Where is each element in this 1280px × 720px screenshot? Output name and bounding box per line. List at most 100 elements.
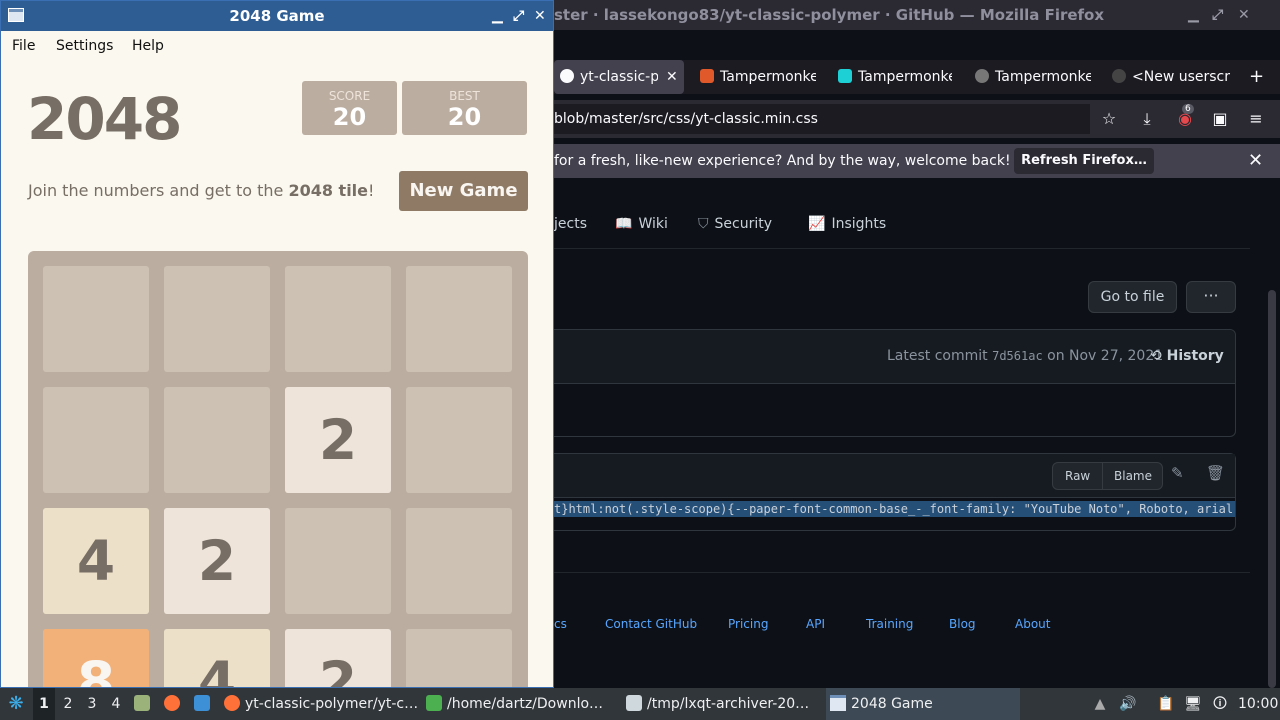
clock[interactable]: 10:00 <box>1238 688 1278 720</box>
footer-link-blog[interactable]: Blog <box>949 617 976 631</box>
close-icon[interactable]: ✕ <box>534 1 546 31</box>
tile-4: 4 <box>43 508 149 614</box>
raw-blame-group: Raw Blame <box>1052 462 1163 490</box>
tampermonkey-icon <box>838 69 852 83</box>
latest-commit-label: Latest commit <box>887 348 988 364</box>
tile-2: 2 <box>164 508 270 614</box>
reader-view-icon[interactable]: ▣ <box>1209 108 1231 130</box>
minimize-icon[interactable]: ▁ <box>1188 0 1199 30</box>
tab-tampermonkey-2[interactable]: Tampermonkey <box>838 60 952 94</box>
commit-sha-link[interactable]: 7d561ac <box>992 349 1043 363</box>
task-text-editor[interactable]: /tmp/lxqt-archiver-20… <box>626 688 816 720</box>
close-notification-icon[interactable]: ✕ <box>1248 144 1263 178</box>
bookmark-star-icon[interactable]: ☆ <box>1098 108 1120 130</box>
menu-bar: File Settings Help <box>1 31 553 61</box>
footer-link-contact[interactable]: Contact GitHub <box>605 617 697 631</box>
grid-cell <box>285 266 391 372</box>
task-file-manager[interactable]: /home/dartz/Downlo… <box>426 688 618 720</box>
tab-label: Tampermonkey <box>858 69 952 85</box>
task-2048-game[interactable]: 2048 Game <box>826 688 1020 720</box>
new-game-button[interactable]: New Game <box>399 171 528 211</box>
more-options-button[interactable]: ··· <box>1186 281 1236 313</box>
tab-tampermonkey-1[interactable]: Tampermonkey <box>700 60 816 94</box>
page-scrollbar[interactable] <box>1268 290 1276 688</box>
firefox-launcher[interactable] <box>164 688 184 720</box>
app-menu-icon[interactable]: ❋ <box>4 688 28 720</box>
menu-file[interactable]: File <box>12 31 35 61</box>
tab-label: Tampermonkey <box>995 69 1091 85</box>
repo-tab-label: Insights <box>831 216 887 232</box>
trash-icon[interactable]: 🗑 <box>1206 464 1225 482</box>
grid-cell <box>406 508 512 614</box>
latest-commit: Latest commit 7d561ac on Nov 27, 2021 <box>887 330 1163 382</box>
game-board[interactable]: 242842 <box>28 251 528 687</box>
volume-icon[interactable]: 🔊 <box>1118 694 1138 714</box>
repo-tab-wiki[interactable]: 📖 Wiki <box>615 212 668 236</box>
tab-close-icon[interactable]: ✕ <box>666 60 678 94</box>
grid-cell <box>406 629 512 687</box>
minimize-icon[interactable]: ▁ <box>492 1 503 31</box>
history-label: History <box>1166 348 1224 364</box>
graph-icon: 📈 <box>808 216 826 232</box>
grid-cell <box>43 266 149 372</box>
desktop-icon <box>194 695 210 711</box>
refresh-firefox-button[interactable]: Refresh Firefox… <box>1014 148 1154 174</box>
url-bar[interactable]: blob/master/src/css/yt-classic.min.css <box>554 104 1090 134</box>
file-viewer: Raw Blame ✎ 🗑 t}html:not(.style-scope){-… <box>554 453 1236 531</box>
clipboard-icon[interactable]: 📋 <box>1156 694 1176 714</box>
menu-help[interactable]: Help <box>132 31 164 61</box>
tab-label: yt-classic-polymer <box>580 69 658 85</box>
repo-tab-insights[interactable]: 📈 Insights <box>808 212 886 236</box>
commit-date: on Nov 27, 2021 <box>1047 348 1164 364</box>
maximize-icon[interactable]: ⤢ <box>513 1 524 31</box>
firefox-icon <box>224 695 240 711</box>
divider <box>1102 463 1103 489</box>
raw-button[interactable]: Raw <box>1065 463 1090 489</box>
grid-cell <box>164 266 270 372</box>
file-manager-launcher[interactable] <box>134 688 154 720</box>
book-icon: 📖 <box>615 216 633 232</box>
new-tab-button[interactable]: + <box>1249 60 1269 94</box>
folder-icon <box>134 695 150 711</box>
task-firefox[interactable]: yt-classic-polymer/yt-c… <box>224 688 418 720</box>
pencil-icon[interactable]: ✎ <box>1171 464 1184 482</box>
workspace-2[interactable]: 2 <box>57 688 79 720</box>
history-link[interactable]: ⟲ History <box>1150 330 1224 382</box>
network-icon[interactable]: 🖥 <box>1183 694 1203 714</box>
maximize-icon[interactable]: ⤢ <box>1212 0 1223 30</box>
go-to-file-button[interactable]: Go to file <box>1088 281 1177 313</box>
workspace-4[interactable]: 4 <box>105 688 127 720</box>
updates-icon[interactable]: 🛈 <box>1210 694 1230 714</box>
footer-link-docs[interactable]: cs <box>554 617 567 631</box>
task-label: 2048 Game <box>851 696 933 712</box>
hamburger-menu-icon[interactable]: ≡ <box>1245 108 1267 130</box>
download-icon[interactable]: ⤓ <box>1136 108 1158 130</box>
menu-settings[interactable]: Settings <box>56 31 113 61</box>
notification-message: for a fresh, like-new experience? And by… <box>554 153 1011 169</box>
task-label: /home/dartz/Downlo… <box>447 696 604 712</box>
tab-new-userscript[interactable]: <New userscript> <box>1112 60 1230 94</box>
workspace-1[interactable]: 1 <box>33 688 55 720</box>
tampermonkey-icon <box>975 69 989 83</box>
code-line[interactable]: t}html:not(.style-scope){--paper-font-co… <box>554 501 1235 517</box>
repo-tab-security[interactable]: ⛉ Security <box>698 212 772 236</box>
grid-cell <box>43 387 149 493</box>
github-icon <box>560 69 574 83</box>
footer-link-pricing[interactable]: Pricing <box>728 617 768 631</box>
footer-link-training[interactable]: Training <box>866 617 913 631</box>
archive-icon <box>426 695 442 711</box>
footer-link-api[interactable]: API <box>806 617 825 631</box>
repo-tab-projects[interactable]: jects <box>554 212 587 236</box>
divider <box>554 248 1250 249</box>
commit-header: Latest commit 7d561ac on Nov 27, 2021 ⟲ … <box>554 330 1235 384</box>
workspace-3[interactable]: 3 <box>81 688 103 720</box>
show-desktop-launcher[interactable] <box>194 688 214 720</box>
blame-button[interactable]: Blame <box>1114 463 1152 489</box>
tab-yt-classic[interactable]: yt-classic-polymer ✕ <box>554 60 684 94</box>
footer-link-about[interactable]: About <box>1015 617 1050 631</box>
close-icon[interactable]: ✕ <box>1238 0 1250 30</box>
tab-tampermonkey-3[interactable]: Tampermonkey <box>975 60 1091 94</box>
tray-expand-icon[interactable]: ▲ <box>1090 694 1110 714</box>
score-label: SCORE <box>328 89 371 103</box>
grid-cell <box>406 387 512 493</box>
